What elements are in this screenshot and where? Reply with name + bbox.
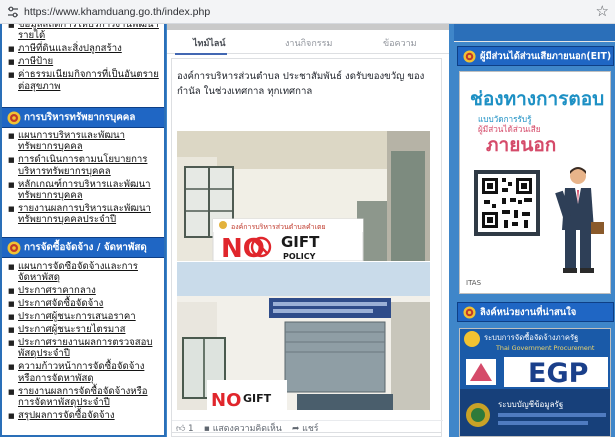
sign-policy-text: POLICY bbox=[283, 252, 316, 261]
egp-banner-art: ระบบการจัดซื้อจัดจ้างภาครัฐ Thai Governm… bbox=[460, 329, 610, 436]
facebook-post: องค์การบริหารส่วนตำบล ประชาสัมพันธ์ งดรั… bbox=[171, 58, 443, 437]
bullet-icon: ■ bbox=[8, 45, 15, 54]
thai-emblem-icon bbox=[463, 50, 476, 63]
menu-item-sign-tax[interactable]: ■ ภาษีป้าย bbox=[2, 56, 164, 67]
menu-item-annual-report[interactable]: ■ รายงานผลการจัดซื้อจัดจ้างหรือการจัดหาพ… bbox=[2, 386, 164, 409]
menu-item-winner-notice[interactable]: ■ ประกาศผู้ชนะการเสนอราคา bbox=[2, 311, 164, 322]
menu-item-revenue-stats[interactable]: ■ ข้อมูลสถิติการให้บริการงานพัฒนารายได้ bbox=[2, 24, 164, 42]
section-title: การบริหารทรัพยากรบุคคล bbox=[24, 112, 136, 123]
bullet-icon: ■ bbox=[8, 132, 15, 140]
section-header-eit: ผู้มีส่วนได้ส่วนเสียภายนอก(EIT) bbox=[457, 46, 614, 66]
thai-emblem-icon bbox=[7, 241, 21, 255]
menu-item-median-price[interactable]: ■ ประกาศราคากลาง bbox=[2, 285, 164, 296]
bullet-icon: ■ bbox=[8, 180, 15, 189]
menu-item-inspection-report[interactable]: ■ ประกาศรายงานผลการตรวจสอบพัสดุประจำปี bbox=[2, 337, 164, 360]
tab-timeline[interactable]: ไทม์ไลน์ bbox=[193, 38, 226, 50]
left-sidebar: ■ ข้อมูลสถิติการให้บริการงานพัฒนารายได้ … bbox=[0, 24, 166, 437]
bullet-icon: ■ bbox=[8, 263, 15, 271]
tab-events[interactable]: งานกิจกรรม bbox=[285, 38, 332, 50]
sign-gift-text: GIFT bbox=[281, 233, 320, 251]
sign2-no-text: NO bbox=[211, 390, 241, 410]
post-text: องค์การบริหารส่วนตำบล ประชาสัมพันธ์ งดรั… bbox=[177, 71, 425, 97]
section-header-links: ลิงค์หน่วยงานที่น่าสนใจ bbox=[457, 302, 614, 322]
section-title: ผู้มีส่วนได้ส่วนเสียภายนอก(EIT) bbox=[480, 51, 612, 62]
right-top-strip bbox=[454, 24, 615, 42]
qr-code-icon[interactable] bbox=[474, 170, 540, 236]
menu-item-hr-criteria[interactable]: ■ หลักเกณฑ์การบริหารและพัฒนาทรัพยากรบุคค… bbox=[2, 179, 164, 202]
active-tab-indicator bbox=[175, 53, 227, 55]
egp-link-banner[interactable]: ระบบการจัดซื้อจัดจ้างภาครัฐ Thai Governm… bbox=[459, 328, 611, 437]
feed-tabs: ไทม์ไลน์ งานกิจกรรม ข้อความ bbox=[167, 34, 449, 54]
menu-item-procurement-plan[interactable]: ■ แผนการจัดซื้อจัดจ้างและการจัดหาพัสดุ bbox=[2, 261, 164, 284]
eit-survey-banner[interactable]: ช่องทางการตอบ แบบวัดการรับรู้ ผู้มีส่วนไ… bbox=[459, 71, 611, 294]
bullet-icon: ■ bbox=[8, 156, 15, 165]
thai-emblem-icon bbox=[7, 111, 21, 125]
widget-top-strip bbox=[167, 24, 449, 30]
bullet-icon: ■ bbox=[8, 363, 15, 372]
bullet-icon: ■ bbox=[8, 71, 15, 80]
section-header-procurement: การจัดซื้อจัดจ้าง / จัดหาพัสดุ bbox=[2, 237, 164, 258]
menu-item-procurement-notice[interactable]: ■ ประกาศจัดซื้อจัดจ้าง bbox=[2, 298, 164, 309]
sign-banner-text: องค์การบริหารส่วนตำบลคำเตย bbox=[231, 223, 326, 231]
revenue-menu: ■ ข้อมูลสถิติการให้บริการงานพัฒนารายได้ … bbox=[2, 24, 164, 106]
thai-emblem-icon bbox=[463, 306, 476, 319]
bullet-icon: ■ bbox=[8, 411, 15, 420]
tab-messages[interactable]: ข้อความ bbox=[383, 38, 417, 50]
eit-title: ช่องทางการตอบ bbox=[470, 88, 605, 110]
section-header-hr: การบริหารทรัพยากรบุคคล bbox=[2, 107, 164, 128]
bullet-icon: ■ bbox=[8, 300, 15, 309]
next-post-edge bbox=[171, 432, 442, 437]
post-photo-office[interactable]: NO GIFT bbox=[177, 262, 430, 410]
itas-logo: ITAS bbox=[466, 279, 482, 287]
menu-item-hr-plan[interactable]: ■ แผนการบริหารและพัฒนาทรัพยากรบุคคล bbox=[2, 130, 164, 153]
egp-brand: EGP bbox=[528, 358, 588, 389]
hr-menu: ■ แผนการบริหารและพัฒนาทรัพยากรบุคคล ■ กา… bbox=[2, 130, 164, 234]
menu-item-health-fee[interactable]: ■ ค่าธรรมเนียมกิจการที่เป็นอันตรายต่อสุข… bbox=[2, 69, 164, 92]
star-icon[interactable]: ☆ bbox=[596, 2, 609, 20]
bullet-icon: ■ bbox=[8, 58, 15, 67]
right-sidebar: ผู้มีส่วนได้ส่วนเสียภายนอก(EIT) ช่องทางก… bbox=[454, 24, 615, 437]
businessman-illustration bbox=[555, 167, 604, 273]
menu-item-hr-report[interactable]: ■ รายงานผลการบริหารและพัฒนาทรัพยากรบุคคล… bbox=[2, 203, 164, 226]
url-text[interactable]: https://www.khamduang.go.th/index.php bbox=[24, 5, 210, 19]
sign2-gift-text: GIFT bbox=[243, 392, 272, 405]
site-settings-icon[interactable] bbox=[6, 5, 20, 19]
bullet-icon: ■ bbox=[8, 387, 15, 396]
facebook-page-widget: ไทม์ไลน์ งานกิจกรรม ข้อความ องค์การบริหา… bbox=[167, 24, 449, 437]
menu-item-hr-policy[interactable]: ■ การดำเนินการตามนโยบายการบริหารทรัพยากร… bbox=[2, 154, 164, 177]
bullet-icon: ■ bbox=[8, 287, 15, 296]
bullet-icon: ■ bbox=[8, 313, 15, 322]
section-title: การจัดซื้อจัดจ้าง / จัดหาพัสดุ bbox=[24, 242, 147, 253]
menu-item-land-tax[interactable]: ■ ภาษีที่ดินและสิ่งปลูกสร้าง bbox=[2, 43, 164, 54]
eit-big-text: ภายนอก bbox=[486, 134, 557, 156]
section-title: ลิงค์หน่วยงานที่น่าสนใจ bbox=[480, 307, 577, 318]
browser-address-bar[interactable]: https://www.khamduang.go.th/index.php ☆ bbox=[0, 0, 615, 24]
bullet-icon: ■ bbox=[8, 338, 15, 347]
menu-item-procurement-summary[interactable]: ■ สรุปผลการจัดซื้อจัดจ้าง bbox=[2, 410, 164, 421]
bullet-icon: ■ bbox=[8, 24, 15, 29]
egp-line2: Thai Government Procurement bbox=[495, 344, 595, 352]
menu-item-procurement-progress[interactable]: ■ ความก้าวหน้าการจัดซื้อจัดจ้างหรือการจั… bbox=[2, 361, 164, 384]
egp-line3: ระบบบัญชีข้อมูลรัฐ bbox=[498, 400, 563, 410]
menu-item-quarterly-winner[interactable]: ■ ประกาศผู้ชนะรายไตรมาส bbox=[2, 324, 164, 335]
eit-subtitle: แบบวัดการรับรู้ bbox=[478, 114, 532, 124]
procurement-menu: ■ แผนการจัดซื้อจัดจ้างและการจัดหาพัสดุ ■… bbox=[2, 261, 164, 435]
bullet-icon: ■ bbox=[8, 204, 15, 213]
egp-line1: ระบบการจัดซื้อจัดจ้างภาครัฐ bbox=[484, 332, 578, 342]
web-page: ■ ข้อมูลสถิติการให้บริการงานพัฒนารายได้ … bbox=[0, 24, 615, 437]
bullet-icon: ■ bbox=[8, 326, 15, 335]
eit-subtitle-2: ผู้มีส่วนได้ส่วนเสีย bbox=[478, 124, 541, 134]
post-photo-sign[interactable]: องค์การบริหารส่วนตำบลคำเตย NO GIFT POLIC… bbox=[177, 131, 430, 261]
